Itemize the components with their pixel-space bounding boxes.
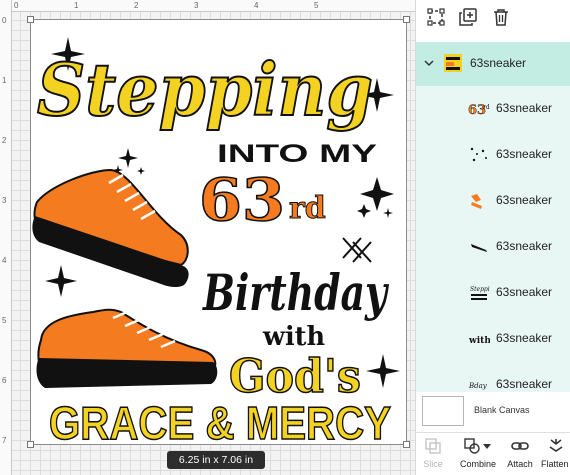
- ungroup-icon[interactable]: [426, 7, 446, 27]
- size-indicator: 6.25 in x 7.06 in: [167, 451, 265, 469]
- flatten-button[interactable]: Flatten: [540, 436, 570, 474]
- layer-item-name: 63sneaker: [496, 239, 553, 253]
- resize-handle-bottom-right[interactable]: [403, 441, 410, 448]
- ruler-number: 4: [254, 1, 259, 10]
- birthday-design-artwork[interactable]: Stepping INTO MY 63 rd Birthday with God…: [31, 20, 408, 446]
- layer-item[interactable]: 63sneaker: [416, 132, 570, 178]
- svg-text:Bday: Bday: [468, 382, 488, 390]
- gods-text: God's: [229, 349, 361, 403]
- ruler-number: 5: [314, 1, 319, 10]
- sparkle-star-bottom-right: [366, 354, 400, 388]
- svg-text:rd: rd: [483, 104, 490, 111]
- birthday-script: Birthday: [201, 263, 389, 322]
- blank-canvas-row[interactable]: Blank Canvas: [416, 392, 570, 432]
- layer-thumbnail-with-icon: with: [468, 336, 490, 346]
- slice-label: Slice: [423, 459, 443, 469]
- layer-item-name: 63sneaker: [496, 331, 553, 345]
- attach-label: Attach: [507, 459, 533, 469]
- svg-text:with: with: [468, 336, 490, 346]
- ruler-number: 2: [134, 1, 139, 10]
- layer-group-row[interactable]: 63sneaker: [416, 42, 570, 86]
- resize-handle-top-left[interactable]: [27, 16, 34, 23]
- ruler-number: 5: [2, 316, 7, 325]
- attach-button[interactable]: Attach: [504, 436, 536, 474]
- layer-thumbnail-sneaker-icon: [471, 194, 482, 209]
- slice-button[interactable]: Slice: [420, 436, 446, 474]
- slice-icon: [425, 438, 441, 454]
- flatten-label: Flatten: [541, 459, 569, 469]
- resize-handle-bottom-left[interactable]: [27, 441, 34, 448]
- ruler-number: 3: [2, 196, 7, 205]
- delete-icon[interactable]: [491, 7, 511, 27]
- ruler-number: 1: [74, 1, 79, 10]
- ruler-number: 1: [2, 76, 7, 85]
- combine-button[interactable]: Combine: [456, 436, 500, 474]
- layer-item-name: 63sneaker: [496, 101, 553, 115]
- attach-icon: [511, 442, 529, 450]
- caret-down-icon: [483, 444, 491, 449]
- duplicate-icon[interactable]: [458, 7, 478, 27]
- blank-canvas-label: Blank Canvas: [474, 405, 530, 415]
- blank-canvas-swatch[interactable]: [422, 396, 464, 426]
- sneaker-top: [32, 168, 189, 287]
- combine-icon: [464, 438, 480, 454]
- ruler-number: 7: [2, 436, 7, 445]
- layers-toolbar: [416, 0, 570, 34]
- top-ruler: 0 1 2 3 4 5: [0, 0, 415, 12]
- layer-item[interactable]: 63 rd 63sneaker: [416, 86, 570, 132]
- group-thumbnail-icon: [444, 54, 462, 72]
- chevron-down-icon[interactable]: [424, 58, 434, 68]
- ruler-number: 0: [14, 1, 19, 10]
- layer-item[interactable]: with 63sneaker: [416, 316, 570, 362]
- layer-thumbnail-stepping-icon: Stepping: [470, 286, 490, 300]
- sparkle-x-right: [342, 237, 372, 263]
- left-ruler: 0 1 2 3 4 5 6 7: [0, 0, 12, 475]
- ruler-number: 0: [2, 16, 7, 25]
- layer-item[interactable]: Stepping 63sneaker: [416, 270, 570, 316]
- ruler-number: 4: [2, 256, 7, 265]
- age-number: 63: [199, 166, 285, 234]
- layer-item[interactable]: 63sneaker: [416, 178, 570, 224]
- layer-thumbnail-stars-icon: [470, 147, 487, 162]
- stepping-title: Stepping: [37, 47, 373, 132]
- layer-item-name: 63sneaker: [496, 193, 553, 207]
- ruler-number: 2: [2, 136, 7, 145]
- ruler-number: 6: [2, 376, 7, 385]
- layer-item-name: 63sneaker: [496, 285, 553, 299]
- layer-group-name: 63sneaker: [470, 56, 527, 70]
- grace-mercy-text: GRACE & MERCY: [49, 397, 391, 446]
- with-text: with: [262, 322, 325, 352]
- layer-thumbnail-63rd-icon: 63 rd: [468, 103, 490, 118]
- resize-handle-top-right[interactable]: [403, 16, 410, 23]
- layer-thumbnail-laces-icon: [471, 244, 487, 252]
- sparkle-cluster-right: [357, 177, 394, 218]
- layer-item-name: 63sneaker: [496, 147, 553, 161]
- into-my-text: INTO MY: [217, 140, 377, 168]
- layer-item[interactable]: 63sneaker: [416, 224, 570, 270]
- layer-actions-bar: Slice Combine Attach Flatten: [416, 432, 570, 475]
- layer-item-name: 63sneaker: [496, 377, 553, 391]
- age-suffix: rd: [289, 191, 326, 226]
- combine-label: Combine: [459, 459, 497, 469]
- layers-panel: 63sneaker 63 rd 63sneaker 63sneaker 63sn…: [415, 0, 570, 475]
- ruler-number: 3: [194, 1, 199, 10]
- sparkle-cluster-left: [113, 148, 145, 175]
- svg-text:Stepping: Stepping: [470, 286, 490, 293]
- flatten-icon: [549, 439, 563, 452]
- design-canvas[interactable]: 0 1 2 3 4 5 0 1 2 3 4 5 6 7 Stepping INT…: [0, 0, 415, 475]
- selected-design-group[interactable]: Stepping INTO MY 63 rd Birthday with God…: [27, 16, 410, 448]
- sparkle-star-mid-left: [45, 265, 77, 297]
- sneaker-bottom: [36, 308, 218, 388]
- layer-list[interactable]: 63sneaker 63 rd 63sneaker 63sneaker 63sn…: [416, 42, 570, 392]
